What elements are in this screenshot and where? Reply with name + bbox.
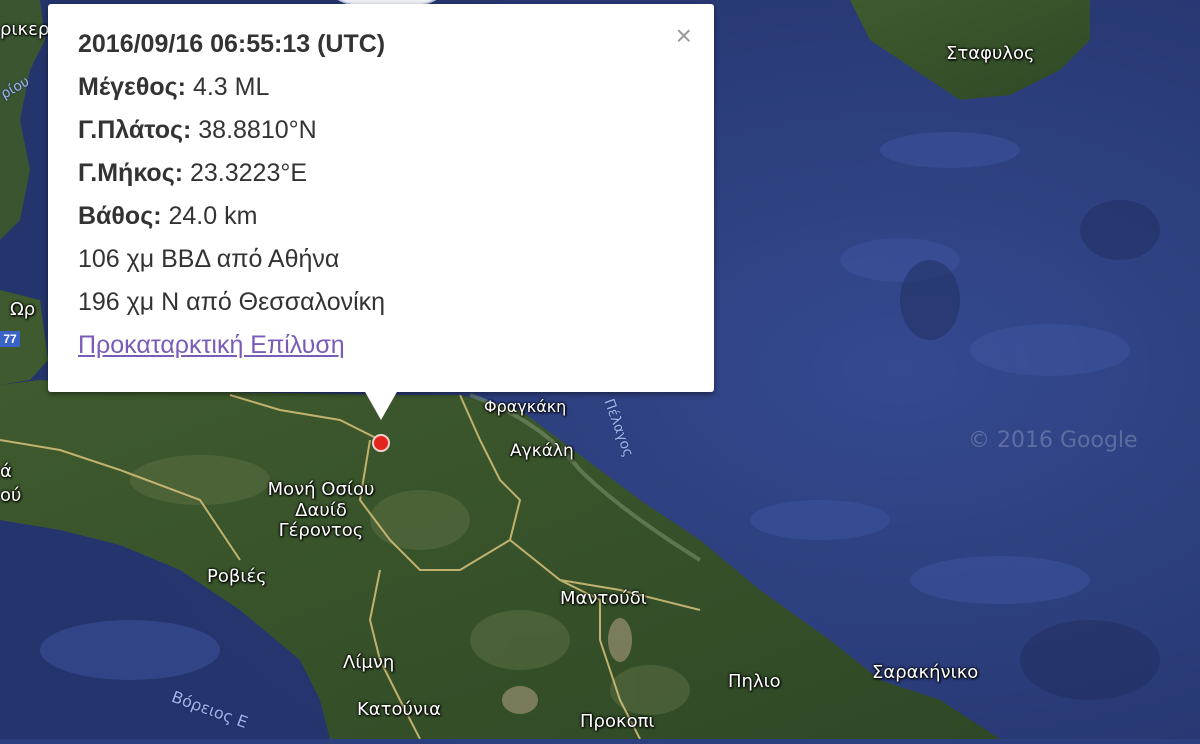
depth-value: 24.0 km	[168, 202, 258, 230]
map-watermark: © 2016 Google	[968, 428, 1138, 453]
latitude-label: Γ.Πλάτος:	[78, 116, 192, 144]
place-label-left-mid2: ού	[0, 485, 22, 506]
depth-label: Βάθος:	[78, 202, 162, 230]
distance-athens: 106 χμ ΒΒΔ από Αθήνα	[78, 245, 340, 273]
place-label-left-top: ρικερ	[0, 19, 50, 40]
preliminary-solution-link[interactable]: Προκαταρκτική Επίλυση	[78, 328, 684, 362]
magnitude-label: Μέγεθος:	[78, 73, 186, 101]
place-label-sarakiniko: Σαρακήνικο	[872, 662, 979, 683]
place-label-katounia: Κατούνια	[357, 699, 441, 720]
place-label-fragkaki: Φραγκάκη	[484, 397, 567, 416]
close-icon[interactable]: ×	[676, 22, 692, 50]
latitude-row: Γ.Πλάτος: 38.8810°N	[78, 113, 684, 156]
magnitude-value: 4.3 ML	[192, 73, 270, 101]
earthquake-info-popup: × 2016/09/16 06:55:13 (UTC) Μέγεθος: 4.3…	[48, 4, 714, 392]
place-label-mantoudi: Μαντούδι	[560, 588, 647, 609]
latitude-value: 38.8810°N	[198, 116, 317, 144]
longitude-value: 23.3223°E	[189, 159, 308, 187]
place-label-prokopi: Προκοπι	[580, 711, 655, 732]
route-shield: 77	[0, 331, 20, 347]
place-label-agkali: Αγκάλη	[510, 441, 574, 461]
place-label-stafylos: Σταφυλος	[946, 43, 1035, 64]
place-label-left-ore: Ωρ	[10, 299, 36, 320]
event-datetime: 2016/09/16 06:55:13 (UTC)	[78, 30, 386, 58]
place-label-rovies: Ροβιές	[207, 566, 267, 587]
place-label-moni-line2: Δαυίδ	[295, 499, 347, 521]
place-label-moni-osiou-david: Μονή Οσίου Δαυίδ Γέροντος	[261, 479, 381, 542]
place-label-limni: Λίμνη	[343, 652, 395, 673]
popup-pointer	[364, 390, 398, 420]
longitude-label: Γ.Μήκος:	[78, 159, 184, 187]
earthquake-epicenter-marker[interactable]	[372, 434, 390, 452]
distance-thessaloniki: 196 χμ Ν από Θεσσαλονίκη	[78, 288, 386, 316]
depth-row: Βάθος: 24.0 km	[78, 199, 684, 242]
place-label-moni-line1: Μονή Οσίου	[267, 479, 375, 500]
place-label-moni-line3: Γέροντος	[278, 520, 364, 542]
longitude-row: Γ.Μήκος: 23.3223°E	[78, 156, 684, 199]
magnitude-row: Μέγεθος: 4.3 ML	[78, 70, 684, 113]
place-label-pilio: Πηλιο	[728, 671, 781, 692]
place-label-left-mid1: ά	[0, 461, 12, 482]
